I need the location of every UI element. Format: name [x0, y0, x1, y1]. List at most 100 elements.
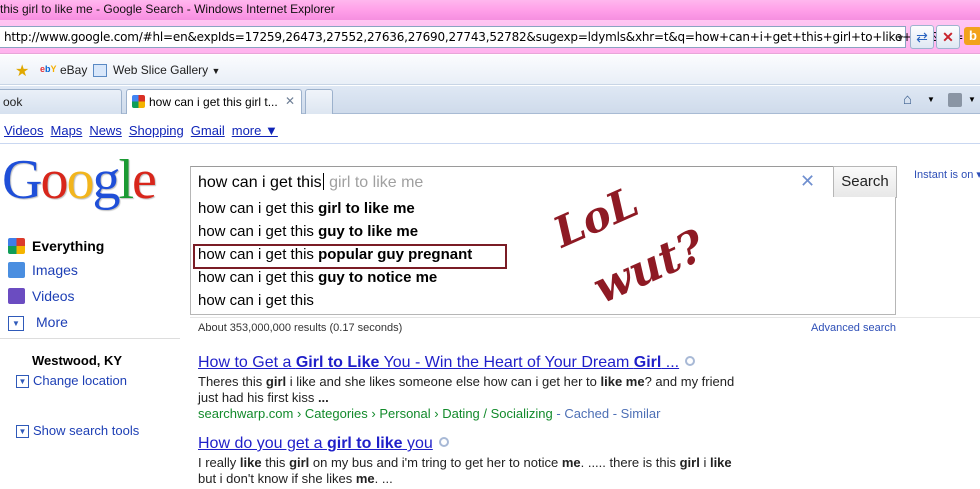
result-snippet: just had his first kiss ... [198, 390, 329, 405]
logo-letter: g [92, 149, 120, 211]
change-location-label: Change location [33, 373, 127, 388]
chevron-down-icon: ▼ [211, 66, 221, 76]
tab-facebook[interactable]: ook [0, 89, 122, 114]
refresh-icon: ⇄ [916, 29, 928, 45]
location-label: Westwood, KY [32, 353, 123, 368]
logo-letter: o [66, 149, 94, 211]
title-bold: girl to like [326, 435, 403, 452]
favorites-star-icon[interactable]: ★ [15, 61, 29, 81]
feeds-icon[interactable] [948, 93, 962, 107]
preview-magnifier-icon[interactable] [438, 437, 449, 447]
sidebar-divider [0, 338, 180, 339]
chevron-down-icon: ▼ [16, 425, 29, 438]
chevron-down-icon[interactable]: ▼ [927, 95, 935, 104]
suggestion-prefix: how can i get this [198, 200, 319, 217]
nav-videos[interactable]: Videos [4, 123, 44, 138]
results-divider [190, 317, 980, 318]
suggestion-item[interactable]: how can i get this guy to like me [198, 223, 418, 240]
nav-divider [0, 143, 980, 144]
title-bold: Girl [633, 354, 662, 371]
suggestion-prefix: how can i get this [198, 223, 319, 240]
result-snippet: Theres this girl i like and she likes so… [198, 374, 735, 389]
sidebar-everything[interactable]: Everything [8, 238, 104, 254]
sidebar-images-label: Images [32, 262, 78, 278]
tab-bar: ook how can i get this girl t... ✕ ⌂ ▼ ▼ [0, 86, 980, 114]
close-tab-icon[interactable]: ✕ [285, 94, 295, 108]
web-slice-icon [93, 64, 107, 77]
sidebar-everything-label: Everything [32, 238, 105, 254]
sidebar-more-label: More [36, 314, 68, 330]
suggestion-item[interactable]: how can i get this [198, 292, 314, 309]
camera-icon [8, 262, 25, 278]
nav-maps[interactable]: Maps [51, 123, 83, 138]
show-search-tools-link[interactable]: ▼ Show search tools [16, 423, 139, 438]
tab-google-search[interactable]: how can i get this girl t... ✕ [126, 89, 302, 114]
search-button[interactable]: Search [833, 166, 897, 198]
address-bar-row: http://www.google.com/#hl=en&expIds=1725… [0, 20, 980, 54]
suggestion-completion: popular guy pregnant [318, 246, 473, 263]
nav-more[interactable]: more ▼ [232, 123, 278, 138]
everything-icon [8, 238, 25, 254]
title-text: you [402, 435, 433, 452]
refresh-button[interactable]: ⇄ [910, 25, 934, 49]
ebay-icon: ebY [40, 64, 57, 74]
clear-icon[interactable]: ✕ [800, 171, 815, 192]
suggestion-completion: guy to notice me [318, 269, 438, 286]
title-text: How do you get a [198, 435, 327, 452]
favorites-bar: ★ ebY eBay Web Slice Gallery ▼ [0, 55, 980, 85]
result-snippet: I really like this girl on my bus and i'… [198, 455, 732, 470]
change-location-link[interactable]: ▼ Change location [16, 373, 127, 388]
window-title-bar: this girl to like me - Google Search - W… [0, 0, 980, 20]
google-logo[interactable]: Google [2, 148, 157, 212]
sidebar-videos-label: Videos [32, 288, 75, 304]
window-title: this girl to like me - Google Search - W… [0, 2, 335, 16]
favorite-ebay[interactable]: eBay [60, 63, 87, 77]
show-search-tools-label: Show search tools [33, 423, 140, 438]
result-title-link[interactable]: How to Get a Girl to Like You - Win the … [198, 354, 696, 372]
address-bar[interactable]: http://www.google.com/#hl=en&expIds=1725… [0, 26, 980, 48]
cached-similar-links[interactable]: - Cached - Similar [553, 406, 660, 421]
logo-letter: l [118, 149, 134, 211]
result-title-link[interactable]: How do you get a girl to like you [198, 435, 449, 453]
suggestion-prefix: how can i get this [198, 246, 319, 263]
search-ghost-completion: girl to like me [324, 174, 424, 191]
address-url[interactable]: http://www.google.com/#hl=en&expIds=1725… [4, 30, 980, 44]
instant-toggle[interactable]: Instant is on ▾ [914, 168, 980, 181]
suggestion-completion: girl to like me [318, 200, 415, 217]
sidebar-images[interactable]: Images [8, 262, 78, 278]
preview-magnifier-icon[interactable] [685, 356, 696, 366]
result-cite: searchwarp.com › Categories › Personal ›… [198, 406, 660, 421]
suggestion-item[interactable]: how can i get this guy to notice me [198, 269, 437, 286]
film-icon [8, 288, 25, 304]
result-url: searchwarp.com › Categories › Personal ›… [198, 406, 553, 421]
chevron-down-icon[interactable]: ▼ [968, 95, 976, 104]
suggestion-prefix: how can i get this [198, 269, 319, 286]
favorite-web-slice-gallery[interactable]: Web Slice Gallery ▼ [113, 63, 220, 77]
bing-search-icon[interactable]: b [964, 27, 980, 45]
stop-button[interactable]: ✕ [936, 25, 960, 49]
title-text: ... [661, 354, 680, 371]
advanced-search-link[interactable]: Advanced search [811, 322, 896, 334]
tab-label: ook [3, 95, 23, 109]
logo-letter: G [2, 149, 42, 211]
search-input[interactable]: how can i get this girl to like me [198, 173, 423, 192]
title-text: You - Win the Heart of Your Dream [379, 354, 634, 371]
title-text: How to Get a [198, 354, 296, 371]
nav-news[interactable]: News [89, 123, 122, 138]
result-stats: About 353,000,000 results (0.17 seconds) [198, 322, 403, 334]
home-icon[interactable]: ⌂ [903, 91, 912, 108]
sidebar-more[interactable]: ▼ More [8, 314, 68, 331]
address-dropdown-icon[interactable]: ▼ [896, 33, 905, 43]
nav-gmail[interactable]: Gmail [191, 123, 225, 138]
sidebar-videos[interactable]: Videos [8, 288, 75, 304]
handwritten-annotation: LoL wut? [545, 186, 713, 306]
suggestion-item[interactable]: how can i get this popular guy pregnant [198, 246, 472, 263]
logo-letter: e [132, 149, 157, 211]
suggestion-item[interactable]: how can i get this girl to like me [198, 200, 415, 217]
nav-shopping[interactable]: Shopping [129, 123, 184, 138]
google-favicon-icon [132, 95, 145, 108]
new-tab-button[interactable] [305, 89, 333, 114]
text-cursor [322, 173, 324, 190]
title-bold: Girl to Like [295, 354, 380, 371]
suggestion-completion: guy to like me [318, 223, 419, 240]
